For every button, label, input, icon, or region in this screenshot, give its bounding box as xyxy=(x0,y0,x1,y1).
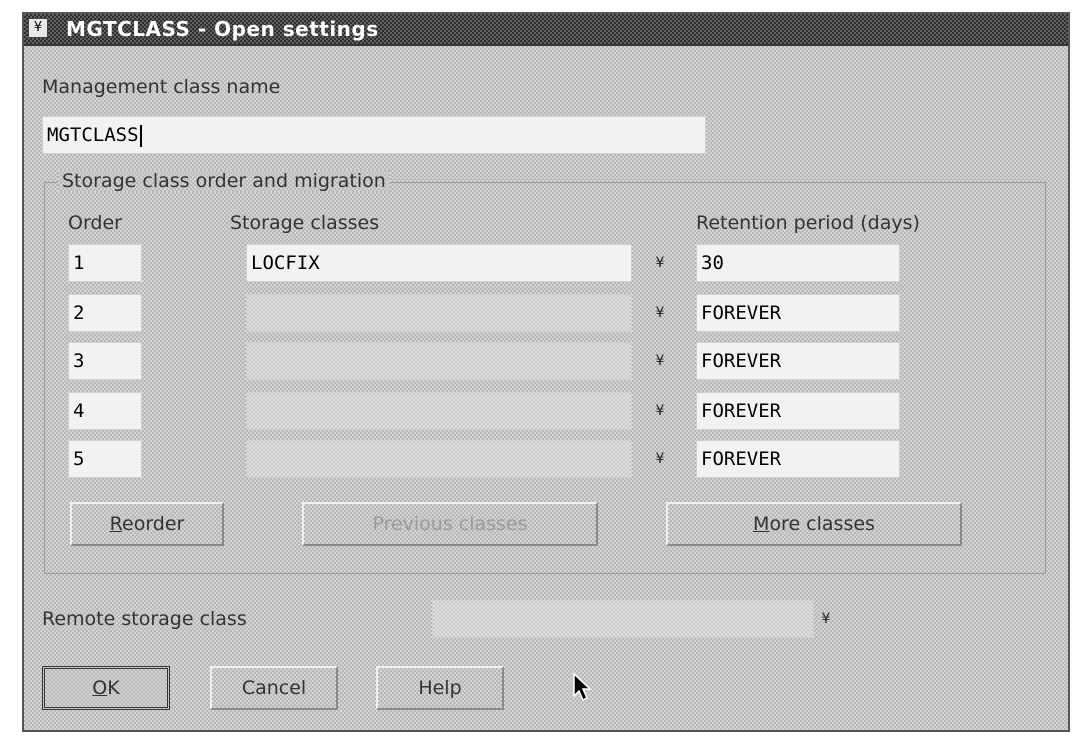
previous-classes-label: Previous classes xyxy=(372,513,528,535)
dropdown-arrow-icon-2[interactable]: ¥ xyxy=(650,295,670,331)
ok-button[interactable]: OK xyxy=(42,666,170,710)
retention-field-4[interactable]: FOREVER xyxy=(696,392,900,430)
help-button[interactable]: Help xyxy=(376,666,504,710)
remote-storage-label: Remote storage class xyxy=(42,608,247,630)
order-field-2[interactable]: 2 xyxy=(68,294,142,332)
storage-class-select-1[interactable]: LOCFIX xyxy=(246,244,632,282)
more-classes-mnemonic: M xyxy=(753,513,770,535)
dropdown-arrow-icon-4[interactable]: ¥ xyxy=(650,393,670,429)
order-field-1[interactable]: 1 xyxy=(68,244,142,282)
order-field-4[interactable]: 4 xyxy=(68,392,142,430)
retention-field-5[interactable]: FOREVER xyxy=(696,440,900,478)
management-class-label: Management class name xyxy=(42,76,281,98)
help-label: Help xyxy=(418,677,462,699)
remote-dropdown-arrow-icon[interactable]: ¥ xyxy=(816,601,836,637)
dropdown-arrow-icon-3[interactable]: ¥ xyxy=(650,343,670,379)
management-class-input[interactable]: MGTCLASS xyxy=(42,116,706,154)
storage-class-select-5[interactable] xyxy=(246,440,632,478)
storage-class-select-2[interactable] xyxy=(246,294,632,332)
system-menu-icon[interactable]: ¥ xyxy=(28,18,48,38)
dropdown-arrow-icon-1[interactable]: ¥ xyxy=(650,245,670,281)
storage-classes-header: Storage classes xyxy=(230,212,380,234)
ok-mnemonic: O xyxy=(92,677,108,699)
ok-label: K xyxy=(107,677,120,699)
mouse-pointer-icon xyxy=(573,672,592,702)
storage-group-title: Storage class order and migration xyxy=(58,170,390,192)
retention-header: Retention period (days) xyxy=(696,212,920,234)
more-classes-label: ore classes xyxy=(769,513,875,535)
management-class-value: MGTCLASS xyxy=(47,124,139,146)
order-header: Order xyxy=(68,212,122,234)
storage-class-select-3[interactable] xyxy=(246,342,632,380)
text-caret xyxy=(139,124,142,147)
remote-storage-select[interactable] xyxy=(432,600,814,638)
order-field-3[interactable]: 3 xyxy=(68,342,142,380)
order-field-5[interactable]: 5 xyxy=(68,440,142,478)
reorder-button[interactable]: Reorder xyxy=(70,502,224,546)
settings-dialog: ¥ MGTCLASS - Open settings Management cl… xyxy=(22,12,1070,732)
dropdown-arrow-icon-5[interactable]: ¥ xyxy=(650,441,670,477)
previous-classes-button[interactable]: Previous classes xyxy=(302,502,598,546)
more-classes-button[interactable]: More classes xyxy=(666,502,962,546)
retention-field-3[interactable]: FOREVER xyxy=(696,342,900,380)
cancel-button[interactable]: Cancel xyxy=(210,666,338,710)
retention-field-2[interactable]: FOREVER xyxy=(696,294,900,332)
window-title: MGTCLASS - Open settings xyxy=(66,17,379,41)
cancel-label: Cancel xyxy=(241,677,307,699)
reorder-mnemonic: R xyxy=(109,513,122,535)
storage-class-select-4[interactable] xyxy=(246,392,632,430)
retention-field-1[interactable]: 30 xyxy=(696,244,900,282)
title-bar[interactable]: ¥ MGTCLASS - Open settings xyxy=(24,14,1068,46)
reorder-label: eorder xyxy=(122,513,185,535)
